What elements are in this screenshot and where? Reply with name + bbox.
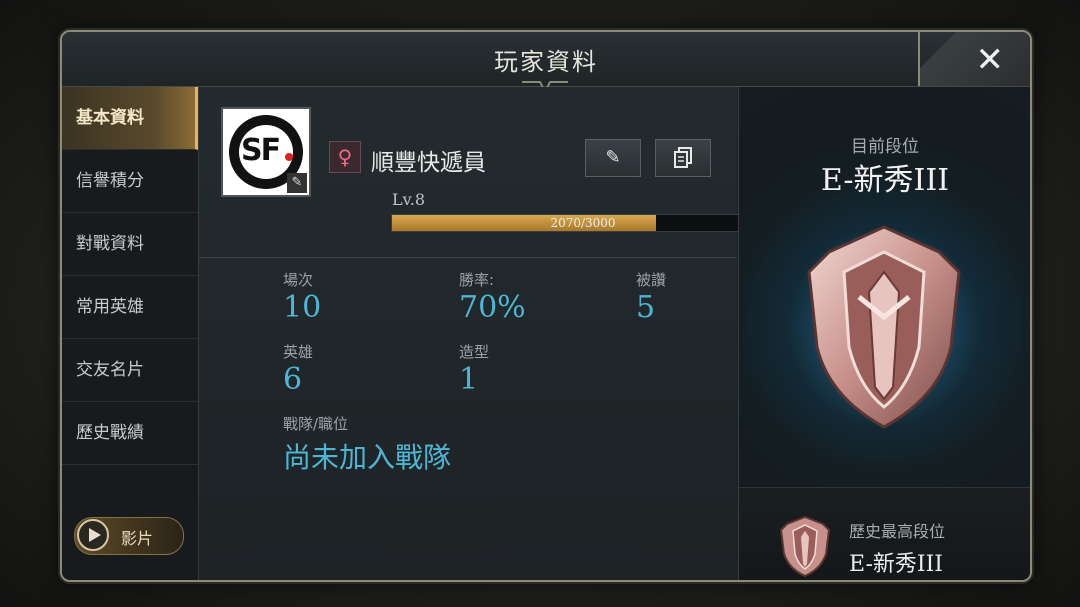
sidebar-item-label: 基本資料 — [76, 108, 144, 128]
heroes-label: 英雄 — [283, 343, 314, 361]
team-label: 戰隊/職位 — [283, 415, 349, 433]
sidebar-item-label: 對戰資料 — [76, 234, 144, 254]
pencil-icon: ✎ — [605, 147, 621, 168]
skins-label: 造型 — [459, 343, 490, 361]
header-bar: 玩家資料 ✕ — [62, 32, 1030, 94]
sidebar-item-label: 信譽積分 — [76, 171, 144, 191]
player-name: 順豐快遞員 — [371, 150, 486, 176]
rank-shield-icon[interactable] — [789, 217, 979, 437]
edit-avatar-icon[interactable]: ✎ — [287, 173, 307, 193]
history-rank-name: E-新秀III — [849, 552, 943, 577]
sidebar-item-reputation[interactable]: 信譽積分 — [62, 150, 198, 213]
player-level: Lv.8 — [392, 190, 426, 209]
video-button[interactable]: 影片 — [74, 517, 184, 555]
copy-button[interactable] — [655, 139, 711, 177]
female-icon: ♀ — [329, 141, 361, 173]
profile-main: SF ✎ ♀ 順豐快遞員 ✎ Lv.8 2070/3000 場次 10 勝率: — [199, 87, 775, 580]
sidebar-item-match-history[interactable]: 歷史戰績 — [62, 402, 198, 465]
xp-progress-text: 2070/3000 — [550, 216, 616, 230]
matches-label: 場次 — [283, 271, 314, 289]
sidebar-item-label: 常用英雄 — [76, 297, 144, 317]
sidebar-item-battle-data[interactable]: 對戰資料 — [62, 213, 198, 276]
sidebar-item-basic-info[interactable]: 基本資料 — [62, 87, 198, 150]
current-rank-name: E-新秀III — [820, 163, 950, 198]
close-button[interactable]: ✕ — [918, 32, 1030, 86]
avatar[interactable]: SF ✎ — [221, 107, 311, 197]
player-info-panel: 玩家資料 ✕ 基本資料 信譽積分 對戰資料 常用英雄 交友名片 歷史戰績 影片 … — [60, 30, 1032, 582]
video-label: 影片 — [121, 529, 154, 548]
xp-progress-bar: 2070/3000 — [391, 214, 775, 232]
history-rank-box: 歷史最高段位 E-新秀III — [739, 487, 1030, 580]
heroes-value: 6 — [283, 362, 303, 397]
sidebar-item-label: 歷史戰績 — [76, 423, 144, 443]
winrate-label: 勝率: — [459, 271, 495, 289]
edit-name-button[interactable]: ✎ — [585, 139, 641, 177]
current-rank-label: 目前段位 — [851, 137, 919, 157]
team-value: 尚未加入戰隊 — [283, 441, 452, 474]
sidebar-item-social-card[interactable]: 交友名片 — [62, 339, 198, 402]
copy-icon — [674, 147, 692, 168]
likes-value: 5 — [636, 290, 656, 325]
logo-dot-icon — [285, 153, 293, 161]
winrate-value: 70% — [459, 290, 526, 325]
avatar-logo-text: SF — [241, 133, 281, 168]
page-title: 玩家資料 — [494, 48, 598, 76]
close-icon[interactable]: ✕ — [976, 40, 1005, 80]
sidebar-item-label: 交友名片 — [76, 360, 144, 380]
likes-label: 被讚 — [636, 271, 667, 289]
matches-value: 10 — [283, 290, 322, 325]
history-rank-icon — [779, 515, 831, 578]
skins-value: 1 — [459, 362, 479, 397]
history-rank-label: 歷史最高段位 — [849, 522, 946, 541]
sidebar: 基本資料 信譽積分 對戰資料 常用英雄 交友名片 歷史戰績 影片 — [62, 87, 199, 580]
divider — [199, 257, 737, 258]
sidebar-item-common-heroes[interactable]: 常用英雄 — [62, 276, 198, 339]
play-icon — [77, 519, 109, 551]
rank-panel: 目前段位 E-新秀III 歷史最高段位 E-新秀III — [738, 87, 1030, 580]
